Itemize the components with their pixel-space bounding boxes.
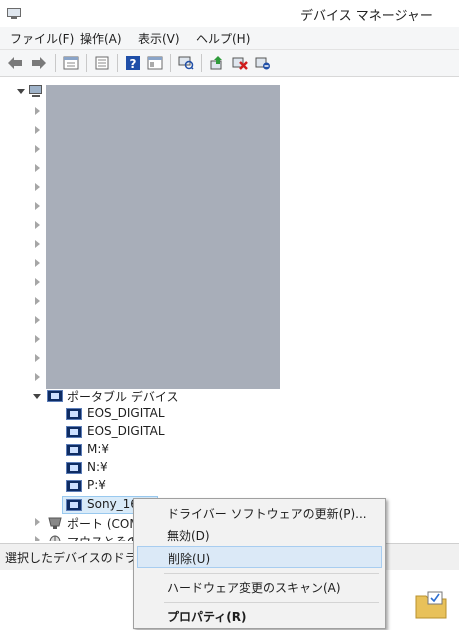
device-label: P:¥ — [87, 478, 106, 492]
expand-icon[interactable] — [35, 518, 40, 526]
menu-item-label: 無効(D) — [167, 529, 210, 543]
scan-hardware-icon[interactable] — [177, 54, 195, 72]
menu-item-label: ドライバー ソフトウェアの更新(P)... — [167, 507, 367, 521]
uninstall-icon[interactable] — [231, 54, 249, 72]
computer-icon — [29, 85, 42, 97]
expand-icon[interactable] — [35, 126, 40, 134]
port-icon — [48, 517, 62, 529]
portable-device-icon — [66, 480, 82, 492]
window-title: デバイス マネージャー — [300, 9, 433, 24]
menu-file[interactable]: ファイル(F) — [10, 30, 74, 47]
show-hide-icon[interactable] — [93, 54, 111, 72]
selected-device-label: Sony_16 — [87, 497, 138, 511]
menu-separator — [164, 602, 379, 603]
context-menu: ドライバー ソフトウェアの更新(P)... 無効(D) 削除(U) ハードウェア… — [133, 498, 386, 629]
category-portable-devices[interactable]: ポータブル デバイス — [0, 387, 459, 405]
expand-icon[interactable] — [35, 316, 40, 324]
device-label: N:¥ — [87, 460, 108, 474]
expand-icon[interactable] — [35, 202, 40, 210]
menu-item-label: 削除(U) — [168, 552, 211, 566]
device-row[interactable]: P:¥ — [0, 477, 459, 495]
expand-icon[interactable] — [35, 278, 40, 286]
device-row[interactable]: EOS_DIGITAL — [0, 405, 459, 423]
expand-icon[interactable] — [35, 335, 40, 343]
expand-icon[interactable] — [35, 107, 40, 115]
menu-scan-hardware[interactable]: ハードウェア変更のスキャン(A) — [137, 576, 382, 598]
title-bar: デバイス マネージャー — [0, 0, 459, 27]
menu-item-label: プロパティ(R) — [167, 610, 247, 624]
properties-icon[interactable] — [62, 54, 80, 72]
back-arrow-icon[interactable] — [6, 54, 24, 72]
forward-arrow-icon[interactable] — [30, 54, 48, 72]
svg-text:?: ? — [130, 57, 137, 71]
device-label: EOS_DIGITAL — [87, 424, 165, 438]
portable-device-icon — [66, 462, 82, 474]
category-label: ポータブル デバイス — [67, 390, 179, 404]
menu-action[interactable]: 操作(A) — [80, 30, 122, 47]
menu-uninstall[interactable]: 削除(U) — [137, 546, 382, 568]
menu-update-driver[interactable]: ドライバー ソフトウェアの更新(P)... — [137, 502, 382, 524]
device-label: EOS_DIGITAL — [87, 406, 165, 420]
expand-icon[interactable] — [35, 373, 40, 381]
menu-disable[interactable]: 無効(D) — [137, 524, 382, 546]
expand-icon[interactable] — [35, 259, 40, 267]
device-row[interactable]: M:¥ — [0, 441, 459, 459]
toolbar: ? — [0, 50, 459, 77]
redacted-region — [46, 85, 280, 389]
portable-device-icon — [66, 408, 82, 420]
collapse-icon[interactable] — [17, 89, 25, 94]
expand-icon[interactable] — [35, 297, 40, 305]
portable-device-icon — [66, 426, 82, 438]
device-manager-icon — [7, 8, 21, 19]
update-driver-icon[interactable] — [208, 54, 226, 72]
menu-separator — [164, 573, 379, 574]
device-row[interactable]: EOS_DIGITAL — [0, 423, 459, 441]
device-label: M:¥ — [87, 442, 110, 456]
portable-device-icon — [66, 444, 82, 456]
expand-icon[interactable] — [35, 240, 40, 248]
help-icon[interactable]: ? — [124, 54, 142, 72]
category-label: ポート (COM — [67, 517, 140, 531]
menu-help[interactable]: ヘルプ(H) — [196, 30, 250, 47]
mouse-icon — [49, 535, 61, 541]
menu-item-label: ハードウェア変更のスキャン(A) — [167, 581, 341, 595]
menu-properties[interactable]: プロパティ(R) — [137, 605, 382, 627]
portable-device-icon — [66, 499, 82, 511]
expand-icon[interactable] — [35, 221, 40, 229]
expand-icon[interactable] — [35, 145, 40, 153]
folder-icon[interactable] — [414, 590, 448, 620]
expand-icon[interactable] — [35, 164, 40, 172]
portable-device-icon — [47, 390, 63, 402]
device-row[interactable]: N:¥ — [0, 459, 459, 477]
expand-icon[interactable] — [35, 354, 40, 362]
view-icon[interactable] — [146, 54, 164, 72]
expand-icon[interactable] — [35, 183, 40, 191]
collapse-icon[interactable] — [33, 394, 41, 399]
menu-view[interactable]: 表示(V) — [138, 30, 180, 47]
expand-icon[interactable] — [35, 536, 40, 541]
menu-bar: ファイル(F) 操作(A) 表示(V) ヘルプ(H) — [0, 27, 459, 50]
disable-icon[interactable] — [254, 54, 272, 72]
